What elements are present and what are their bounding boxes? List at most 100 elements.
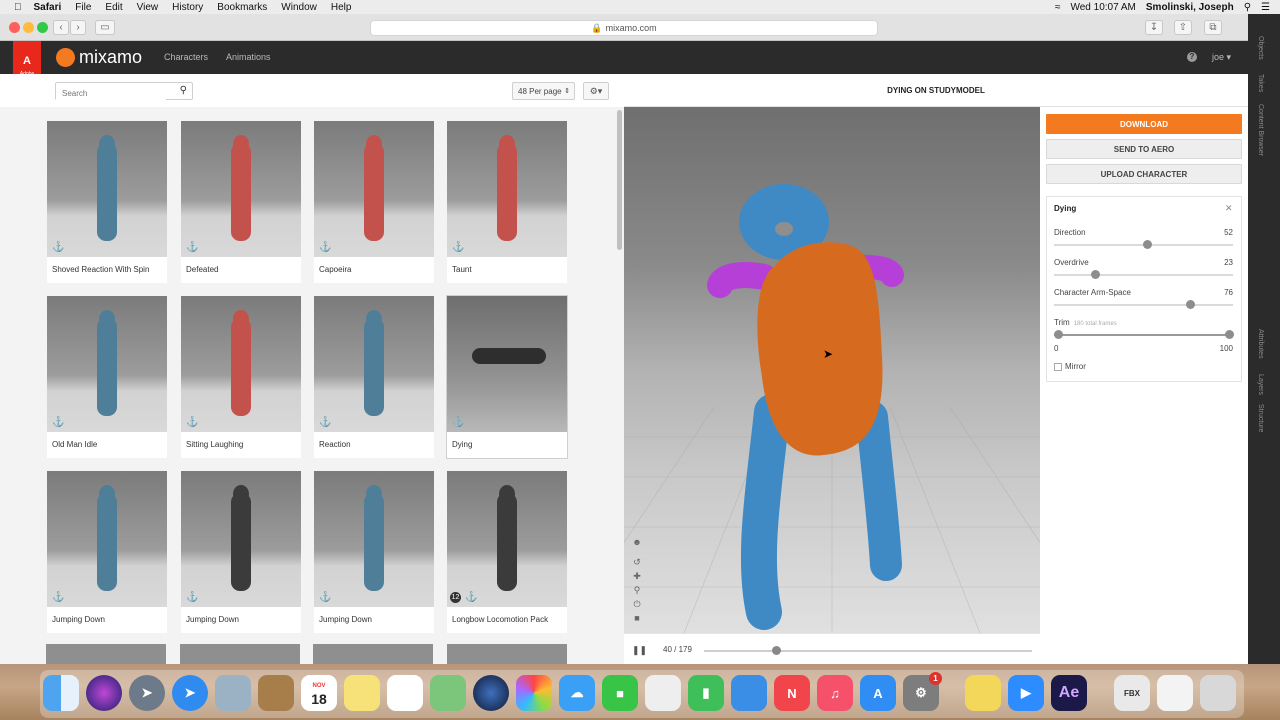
messages-icon[interactable]: ☁ — [559, 675, 595, 711]
downloads-stack-icon[interactable] — [1157, 675, 1193, 711]
animation-card[interactable]: ⚓ Shoved Reaction With Spin — [47, 121, 167, 283]
photos-icon[interactable] — [516, 675, 552, 711]
magnifier-icon[interactable]: ⚲ — [180, 85, 187, 96]
mixamo-logo[interactable]: mixamo — [56, 47, 142, 68]
trim-start-knob[interactable] — [1054, 330, 1063, 339]
camera-icon[interactable]: ■ — [630, 611, 644, 625]
zoom-window-button[interactable] — [37, 22, 48, 33]
settings-gear-button[interactable]: ⚙▾ — [583, 82, 609, 100]
music-icon[interactable]: ♫ — [817, 675, 853, 711]
menu-help[interactable]: Help — [331, 2, 352, 13]
app-store-icon[interactable]: A — [860, 675, 896, 711]
animation-card[interactable]: ⚓ 12 Longbow Locomotion Pack — [447, 471, 567, 633]
menu-history[interactable]: History — [172, 2, 203, 13]
safari-icon[interactable]: ➤ — [172, 675, 208, 711]
card-partial[interactable] — [313, 644, 433, 664]
calendar-icon[interactable]: NOV 18 — [301, 675, 337, 711]
mirror-checkbox[interactable] — [1054, 363, 1062, 371]
address-bar[interactable]: 🔒 mixamo.com — [370, 20, 878, 36]
keynote-icon[interactable] — [731, 675, 767, 711]
search-box[interactable]: ⚲ — [55, 82, 193, 102]
menu-file[interactable]: File — [75, 2, 91, 13]
animation-card[interactable]: ⚓ Old Man Idle — [47, 296, 167, 458]
zoom-app-icon[interactable]: ▶ — [1008, 675, 1044, 711]
news-icon[interactable]: N — [774, 675, 810, 711]
back-button[interactable]: ‹ — [53, 20, 69, 35]
list-icon[interactable]: ☰ — [1261, 2, 1270, 13]
send-to-aero-button[interactable]: SEND TO AERO — [1046, 139, 1242, 159]
slider-track-overdrive[interactable] — [1054, 274, 1233, 276]
library-scrollbar[interactable] — [617, 110, 622, 250]
help-icon[interactable]: ? — [1187, 52, 1197, 62]
card-partial[interactable] — [180, 644, 300, 664]
wifi-icon[interactable]: ≈ — [1055, 2, 1061, 13]
user-menu[interactable]: joe ▾ — [1212, 52, 1231, 63]
numbers-icon[interactable]: ▮ — [688, 675, 724, 711]
maps-icon[interactable] — [430, 675, 466, 711]
nav-animations[interactable]: Animations — [226, 52, 271, 62]
animation-card[interactable]: ⚓ Jumping Down — [181, 471, 301, 633]
system-preferences-icon[interactable]: ⚙ 1 — [903, 672, 942, 711]
reset-icon[interactable]: ↺ — [630, 555, 644, 569]
animation-card[interactable]: ⚓ Dying — [447, 296, 567, 458]
pause-button[interactable]: ❚❚ — [632, 645, 647, 656]
forward-button[interactable]: › — [70, 20, 86, 35]
animation-card[interactable]: ⚓ Capoeira — [314, 121, 434, 283]
slider-track-arm-space[interactable] — [1054, 304, 1233, 306]
sidebar-toggle-button[interactable]: ▭ — [95, 20, 115, 35]
pan-icon[interactable]: ✚ — [630, 569, 644, 583]
menu-window[interactable]: Window — [281, 2, 317, 13]
search-icon[interactable]: ⚲ — [1244, 2, 1251, 13]
launchpad-icon[interactable]: ➤ — [129, 675, 165, 711]
skeleton-icon[interactable]: ☻ — [630, 535, 644, 549]
side-label-structure[interactable]: Structure — [1257, 404, 1264, 432]
upload-character-button[interactable]: UPLOAD CHARACTER — [1046, 164, 1242, 184]
card-partial[interactable] — [46, 644, 166, 664]
notes-icon[interactable] — [344, 675, 380, 711]
menu-safari[interactable]: Safari — [34, 2, 62, 13]
trash-icon[interactable] — [1200, 675, 1236, 711]
download-icon[interactable]: ↧ — [1145, 20, 1163, 35]
menu-view[interactable]: View — [137, 2, 159, 13]
per-page-select[interactable]: 48 Per page ⇕ — [512, 82, 575, 100]
side-label-layers[interactable]: Layers — [1257, 374, 1264, 395]
apple-icon[interactable]:  — [14, 2, 22, 13]
card-partial[interactable] — [447, 644, 567, 664]
stickies-icon[interactable] — [965, 675, 1001, 711]
animation-card[interactable]: ⚓ Taunt — [447, 121, 567, 283]
after-effects-icon[interactable]: Ae — [1051, 675, 1087, 711]
menu-edit[interactable]: Edit — [105, 2, 122, 13]
animation-card[interactable]: ⚓ Jumping Down — [47, 471, 167, 633]
finder-icon[interactable] — [43, 675, 79, 711]
menu-bookmarks[interactable]: Bookmarks — [217, 2, 267, 13]
close-icon[interactable]: ✕ — [1225, 203, 1233, 214]
facetime-icon[interactable]: ■ — [602, 675, 638, 711]
close-window-button[interactable] — [9, 22, 20, 33]
animation-card[interactable]: ⚓ Sitting Laughing — [181, 296, 301, 458]
cinema4d-icon[interactable] — [473, 675, 509, 711]
keynote-doc-icon[interactable] — [645, 675, 681, 711]
side-label-attributes[interactable]: Attributes — [1257, 329, 1264, 359]
share-icon[interactable]: ⇧ — [1174, 20, 1192, 35]
reminders-icon[interactable] — [387, 675, 423, 711]
notes-box-icon[interactable] — [258, 675, 294, 711]
zoom-icon[interactable]: ⚲ — [630, 583, 644, 597]
slider-knob-arm-space[interactable] — [1186, 300, 1196, 309]
power-icon[interactable]: ⏻ — [630, 597, 644, 611]
download-button[interactable]: DOWNLOAD — [1046, 114, 1242, 134]
timeline-track[interactable] — [704, 650, 1032, 652]
preview-icon[interactable] — [215, 675, 251, 711]
menubar-clock[interactable]: Wed 10:07 AM — [1070, 2, 1135, 13]
slider-knob-direction[interactable] — [1143, 240, 1153, 249]
menubar-user[interactable]: Smolinski, Joseph — [1146, 2, 1234, 13]
side-label-takes[interactable]: Takes — [1257, 74, 1264, 92]
tabs-icon[interactable]: ⧉ — [1204, 20, 1222, 35]
trim-end-knob[interactable] — [1225, 330, 1234, 339]
animation-card[interactable]: ⚓ Jumping Down — [314, 471, 434, 633]
animation-card[interactable]: ⚓ Reaction — [314, 296, 434, 458]
3d-viewport[interactable] — [624, 107, 1040, 633]
nav-characters[interactable]: Characters — [164, 52, 208, 62]
siri-icon[interactable] — [86, 675, 122, 711]
side-label-content-browser[interactable]: Content Browser — [1257, 104, 1264, 156]
search-input[interactable] — [56, 85, 166, 102]
